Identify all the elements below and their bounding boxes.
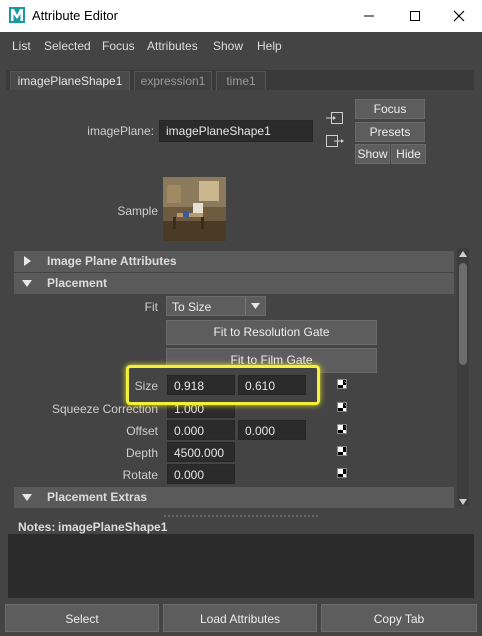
imageplane-label: imagePlane: — [87, 124, 154, 138]
section-image-plane-attributes[interactable]: Image Plane Attributes — [14, 251, 454, 272]
rotate-field[interactable]: 0.000 — [167, 464, 235, 484]
scrollbar-thumb[interactable] — [459, 263, 467, 365]
keyframe-icon[interactable] — [337, 424, 347, 434]
chevron-down-icon — [251, 303, 260, 309]
sample-thumbnail — [163, 177, 226, 241]
fit-label: Fit — [144, 300, 158, 314]
show-button[interactable]: Show — [355, 144, 390, 164]
select-button[interactable]: Select — [5, 604, 159, 632]
notes-label: Notes: — [18, 520, 56, 534]
keyframe-icon[interactable] — [337, 446, 347, 456]
dropdown-divider — [245, 297, 246, 315]
menu-focus[interactable]: Focus — [102, 39, 135, 53]
collapse-arrow-icon — [22, 494, 32, 501]
minimize-button[interactable] — [346, 0, 392, 32]
hide-button[interactable]: Hide — [391, 144, 426, 164]
notes-node-name: imagePlaneShape1 — [58, 520, 168, 534]
title-bar: Attribute Editor — [0, 0, 482, 32]
load-attributes-button[interactable]: Load Attributes — [163, 604, 317, 632]
menu-show[interactable]: Show — [213, 39, 243, 53]
input-connection-icon[interactable] — [326, 111, 344, 125]
offset-x-field[interactable]: 0.000 — [167, 420, 235, 440]
depth-label: Depth — [125, 446, 158, 460]
collapse-arrow-icon — [22, 280, 32, 287]
menu-help[interactable]: Help — [257, 39, 282, 53]
section-placement[interactable]: Placement — [14, 273, 454, 294]
menu-selected[interactable]: Selected — [44, 39, 91, 53]
copy-tab-button[interactable]: Copy Tab — [321, 604, 477, 632]
sample-label: Sample — [117, 204, 158, 218]
window-title: Attribute Editor — [32, 8, 118, 23]
minimize-icon — [364, 15, 374, 17]
keyframe-icon[interactable] — [337, 402, 347, 412]
section-title: Image Plane Attributes — [47, 254, 177, 268]
keyframe-icon[interactable] — [337, 379, 347, 389]
rotate-label: Rotate — [122, 468, 158, 482]
depth-field[interactable]: 4500.000 — [167, 442, 235, 462]
menu-list[interactable]: List — [12, 39, 31, 53]
expand-arrow-icon — [24, 256, 31, 266]
tab-expression1[interactable]: expression1 — [134, 71, 212, 90]
splitter-handle[interactable] — [163, 515, 319, 517]
section-title: Placement Extras — [47, 490, 148, 504]
close-icon — [453, 10, 465, 22]
node-name-field[interactable]: imagePlaneShape1 — [159, 120, 313, 142]
menu-attributes[interactable]: Attributes — [147, 39, 198, 53]
size-highlight-annotation — [126, 365, 320, 405]
presets-button[interactable]: Presets — [355, 122, 425, 142]
scroll-down-icon[interactable] — [459, 499, 467, 505]
tab-imageplaneshape1[interactable]: imagePlaneShape1 — [10, 71, 130, 90]
output-connection-icon[interactable] — [326, 134, 344, 148]
maximize-icon — [410, 11, 420, 21]
fit-dropdown-value: To Size — [172, 300, 212, 314]
offset-label: Offset — [126, 424, 158, 438]
close-button[interactable] — [436, 0, 482, 32]
tab-time1[interactable]: time1 — [216, 71, 266, 90]
focus-button[interactable]: Focus — [355, 99, 425, 119]
scroll-up-icon[interactable] — [459, 251, 467, 257]
fit-dropdown[interactable]: To Size — [166, 296, 266, 316]
notes-textarea[interactable] — [8, 534, 474, 598]
fit-to-resolution-gate-button[interactable]: Fit to Resolution Gate — [166, 320, 377, 345]
section-title: Placement — [47, 276, 108, 290]
maximize-button[interactable] — [392, 0, 438, 32]
maya-m-icon — [9, 7, 25, 23]
keyframe-icon[interactable] — [337, 468, 347, 478]
section-placement-extras[interactable]: Placement Extras — [14, 487, 454, 508]
offset-y-field[interactable]: 0.000 — [238, 420, 306, 440]
